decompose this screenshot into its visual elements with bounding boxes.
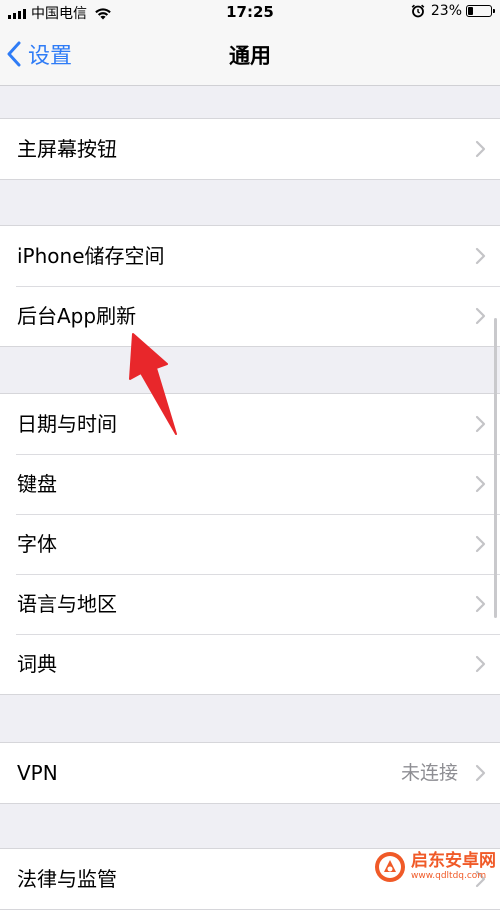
battery-icon: [466, 5, 495, 17]
row-vpn[interactable]: VPN 未连接: [0, 743, 500, 803]
row-label: 字体: [17, 532, 57, 556]
row-label: 日期与时间: [17, 412, 117, 436]
navigation-bar: 设置 通用: [0, 24, 500, 86]
vpn-status: 未连接: [400, 762, 458, 784]
status-bar: 中国电信 17:25 23%: [0, 0, 500, 24]
scroll-indicator[interactable]: [494, 318, 497, 618]
row-home-button[interactable]: 主屏幕按钮: [0, 119, 500, 179]
watermark-text: 启东安卓网 www.qdltdq.com: [411, 853, 496, 881]
chevron-right-icon: [475, 140, 486, 158]
status-right: 23%: [411, 3, 495, 19]
row-dictionary[interactable]: 词典: [0, 634, 500, 694]
chevron-right-icon: [475, 535, 486, 553]
settings-group-storage: iPhone储存空间 后台App刷新: [0, 225, 500, 347]
chevron-right-icon: [475, 595, 486, 613]
row-iphone-storage[interactable]: iPhone储存空间: [0, 226, 500, 286]
alarm-icon: [411, 4, 425, 18]
row-label: 后台App刷新: [17, 304, 137, 328]
row-label: VPN: [17, 761, 58, 785]
row-label: iPhone储存空间: [17, 244, 165, 268]
watermark-name: 启东安卓网: [411, 851, 496, 871]
row-label: 主屏幕按钮: [17, 137, 117, 161]
row-keyboard[interactable]: 键盘: [0, 454, 500, 514]
chevron-right-icon: [475, 475, 486, 493]
settings-group-home-button: 主屏幕按钮: [0, 118, 500, 180]
row-label: 键盘: [17, 472, 57, 496]
row-background-app-refresh[interactable]: 后台App刷新: [0, 286, 500, 346]
chevron-right-icon: [475, 764, 486, 782]
watermark-url: www.qdltdq.com: [411, 871, 487, 881]
watermark-logo-icon: [375, 852, 405, 882]
row-fonts[interactable]: 字体: [0, 514, 500, 574]
row-label: 语言与地区: [17, 592, 117, 616]
battery-percent: 23%: [430, 3, 462, 19]
row-label: 词典: [17, 652, 57, 676]
watermark: 启东安卓网 www.qdltdq.com: [373, 850, 496, 884]
row-language-region[interactable]: 语言与地区: [0, 574, 500, 634]
chevron-right-icon: [475, 247, 486, 265]
settings-group-vpn: VPN 未连接: [0, 742, 500, 804]
row-label: 法律与监管: [17, 867, 117, 891]
row-date-time[interactable]: 日期与时间: [0, 394, 500, 454]
chevron-right-icon: [475, 307, 486, 325]
chevron-right-icon: [475, 655, 486, 673]
settings-group-locale: 日期与时间 键盘 字体 语言与地区 词典: [0, 393, 500, 695]
page-title: 通用: [229, 44, 271, 68]
chevron-right-icon: [475, 415, 486, 433]
